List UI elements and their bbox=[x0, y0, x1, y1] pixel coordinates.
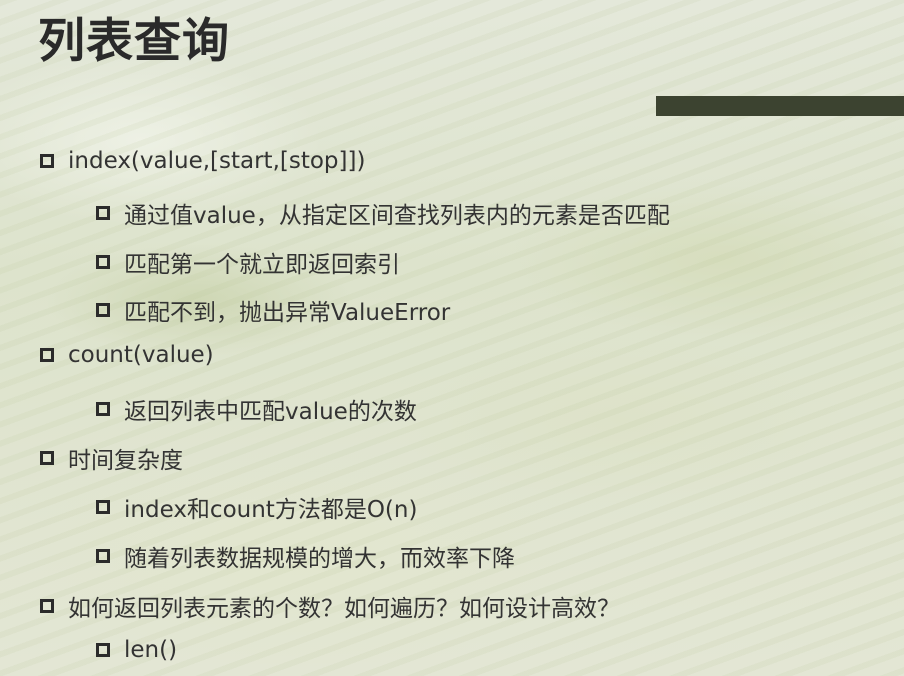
bullet-item-complexity: 时间复杂度 bbox=[40, 441, 183, 475]
bullet-text: 匹配不到，抛出异常ValueError bbox=[124, 300, 451, 326]
bullet-text: 时间复杂度 bbox=[68, 448, 183, 474]
square-bullet-icon bbox=[40, 348, 54, 362]
sub-bullet-item: 随着列表数据规模的增大，而效率下降 bbox=[96, 539, 515, 573]
sub-bullet-item: 匹配第一个就立即返回索引 bbox=[96, 245, 400, 279]
square-bullet-icon bbox=[96, 206, 110, 220]
slide-title: 列表查询 bbox=[38, 14, 230, 69]
bullet-text: 返回列表中匹配value的次数 bbox=[124, 399, 417, 425]
sub-bullet-item: 匹配不到，抛出异常ValueError bbox=[96, 293, 450, 327]
square-bullet-icon bbox=[96, 255, 110, 269]
bullet-text: 匹配第一个就立即返回索引 bbox=[124, 252, 400, 278]
bullet-item-index: index(value,[start,[stop]]) bbox=[40, 148, 365, 174]
sub-bullet-item: len() bbox=[96, 637, 177, 663]
bullet-text: len() bbox=[124, 637, 178, 663]
bullet-text: 如何返回列表元素的个数？如何遍历？如何设计高效？ bbox=[68, 596, 620, 622]
bullet-text: 通过值value，从指定区间查找列表内的元素是否匹配 bbox=[124, 203, 670, 229]
square-bullet-icon bbox=[96, 303, 110, 317]
sub-bullet-item: 通过值value，从指定区间查找列表内的元素是否匹配 bbox=[96, 196, 670, 230]
square-bullet-icon bbox=[96, 643, 110, 657]
bullet-text: 随着列表数据规模的增大，而效率下降 bbox=[124, 546, 515, 572]
square-bullet-icon bbox=[96, 549, 110, 563]
square-bullet-icon bbox=[96, 402, 110, 416]
bullet-text: count(value) bbox=[68, 342, 214, 368]
square-bullet-icon bbox=[40, 451, 54, 465]
bullet-text: index(value,[start,[stop]]) bbox=[68, 148, 366, 174]
sub-bullet-item: index和count方法都是O(n) bbox=[96, 490, 417, 524]
bullet-item-questions: 如何返回列表元素的个数？如何遍历？如何设计高效？ bbox=[40, 589, 620, 623]
square-bullet-icon bbox=[40, 154, 54, 168]
bullet-item-count: count(value) bbox=[40, 342, 214, 368]
accent-bar bbox=[656, 96, 904, 116]
square-bullet-icon bbox=[96, 500, 110, 514]
square-bullet-icon bbox=[40, 599, 54, 613]
sub-bullet-item: 返回列表中匹配value的次数 bbox=[96, 392, 417, 426]
bullet-text: index和count方法都是O(n) bbox=[124, 497, 418, 523]
